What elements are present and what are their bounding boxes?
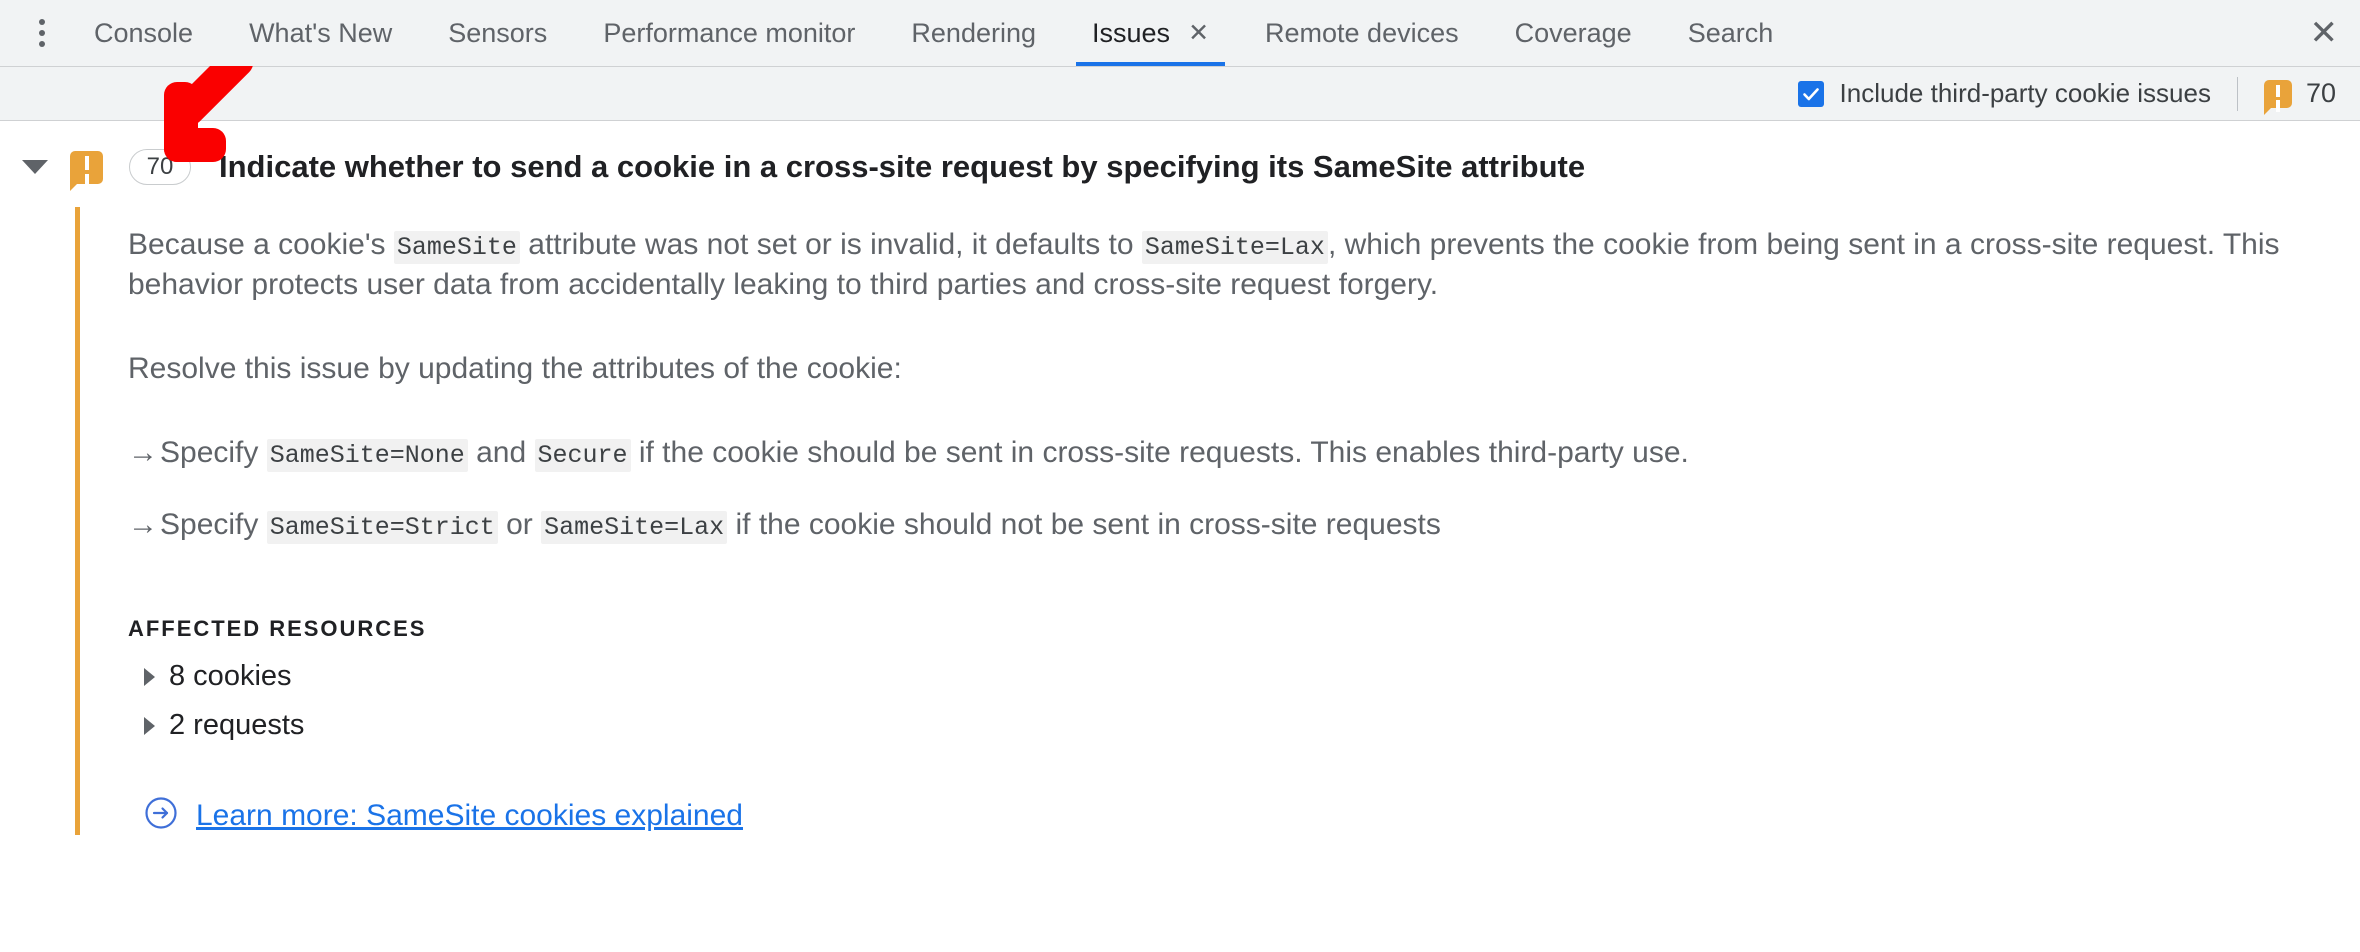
tab-list: Console What's New Sensors Performance m… [66,0,1801,66]
close-icon[interactable]: ✕ [2310,16,2339,50]
kebab-dot [39,41,45,47]
issue-title: Indicate whether to send a cookie in a c… [219,149,1586,184]
tab-label: Search [1687,17,1774,48]
devtools-tab-bar: Console What's New Sensors Performance m… [0,0,2360,67]
tab-label: Performance monitor [603,17,856,48]
tab-issues[interactable]: Issues ✕ [1064,0,1237,66]
tab-label: What's New [249,17,393,48]
tab-remote-devices[interactable]: Remote devices [1237,0,1487,66]
arrow-right-icon: → [128,435,158,469]
issue-resolution-intro: Resolve this issue by updating the attri… [128,351,902,385]
tab-search[interactable]: Search [1660,0,1802,66]
code-secure: Secure [534,438,631,472]
issue-details: Because a cookie's SameSite attribute wa… [75,207,2360,836]
bullet-part: Specify [160,507,267,541]
tab-performance-monitor[interactable]: Performance monitor [575,0,883,66]
learn-more-link[interactable]: Learn more: SameSite cookies explained [144,796,743,835]
checkbox-label: Include third-party cookie issues [1839,78,2211,108]
checkmark-icon [1797,80,1824,107]
tab-label: Remote devices [1265,17,1459,48]
kebab-dot [39,19,45,25]
code-samesite: SameSite [393,231,520,264]
warning-icon [2263,79,2292,115]
tab-rendering[interactable]: Rendering [883,0,1064,66]
include-third-party-cookie-issues-checkbox[interactable]: Include third-party cookie issues [1797,78,2211,109]
more-tabs-button[interactable] [18,0,66,66]
tab-sensors[interactable]: Sensors [420,0,575,66]
tab-label: Coverage [1514,17,1632,48]
close-icon[interactable]: ✕ [1188,20,1209,46]
code-samesite-lax: SameSite=Lax [541,510,728,544]
issue-count-badge: 70 [129,149,191,185]
code-samesite-lax: SameSite=Lax [1141,231,1328,264]
bullet-part: if the cookie should be sent in cross-si… [630,435,1689,469]
description-part: attribute was not set or is invalid, it … [519,228,1142,261]
resolution-bullet-1: → Specify SameSite=None and Secure if the… [128,433,2360,473]
tab-whats-new[interactable]: What's New [221,0,420,66]
learn-more-label[interactable]: Learn more: SameSite cookies explained [196,799,743,833]
issue-description: Because a cookie's SameSite attribute wa… [128,225,2308,305]
description-part: Because a cookie's [128,228,394,261]
resource-label: 8 cookies [169,660,292,693]
bullet-part: Specify [160,435,267,469]
warning-icon [70,150,103,191]
tab-label: Sensors [448,17,548,48]
affected-resource-cookies[interactable]: 8 cookies [144,660,2360,693]
chevron-right-icon[interactable] [144,667,155,686]
tab-label: Console [94,17,194,48]
code-samesite-none: SameSite=None [266,438,468,472]
tab-label: Issues [1092,17,1171,48]
issue-header-row[interactable]: 70 Indicate whether to send a cookie in … [0,121,2360,207]
chevron-down-icon[interactable] [22,160,48,174]
affected-resource-requests[interactable]: 2 requests [144,709,2360,742]
toolbar-divider [2236,76,2238,111]
resolution-bullet-2: → Specify SameSite=Strict or SameSite=Lax… [128,505,2360,545]
issues-filter-toolbar: Include third-party cookie issues 70 [0,67,2360,121]
affected-resources-label: AFFECTED RESOURCES [128,616,427,642]
warning-count-group: 70 [2263,78,2336,115]
resource-label: 2 requests [169,709,305,742]
circle-arrow-right-icon [144,796,178,835]
tab-console[interactable]: Console [66,0,221,66]
bullet-part: if the cookie should not be sent in cros… [727,507,1441,541]
bullet-part: or [497,507,542,541]
arrow-right-icon: → [128,507,158,541]
chevron-right-icon[interactable] [144,716,155,735]
kebab-dot [39,30,45,36]
warning-count: 70 [2305,78,2336,108]
tab-label: Rendering [911,17,1037,48]
tab-coverage[interactable]: Coverage [1487,0,1660,66]
bullet-part: and [467,435,535,469]
code-samesite-strict: SameSite=Strict [266,510,498,544]
